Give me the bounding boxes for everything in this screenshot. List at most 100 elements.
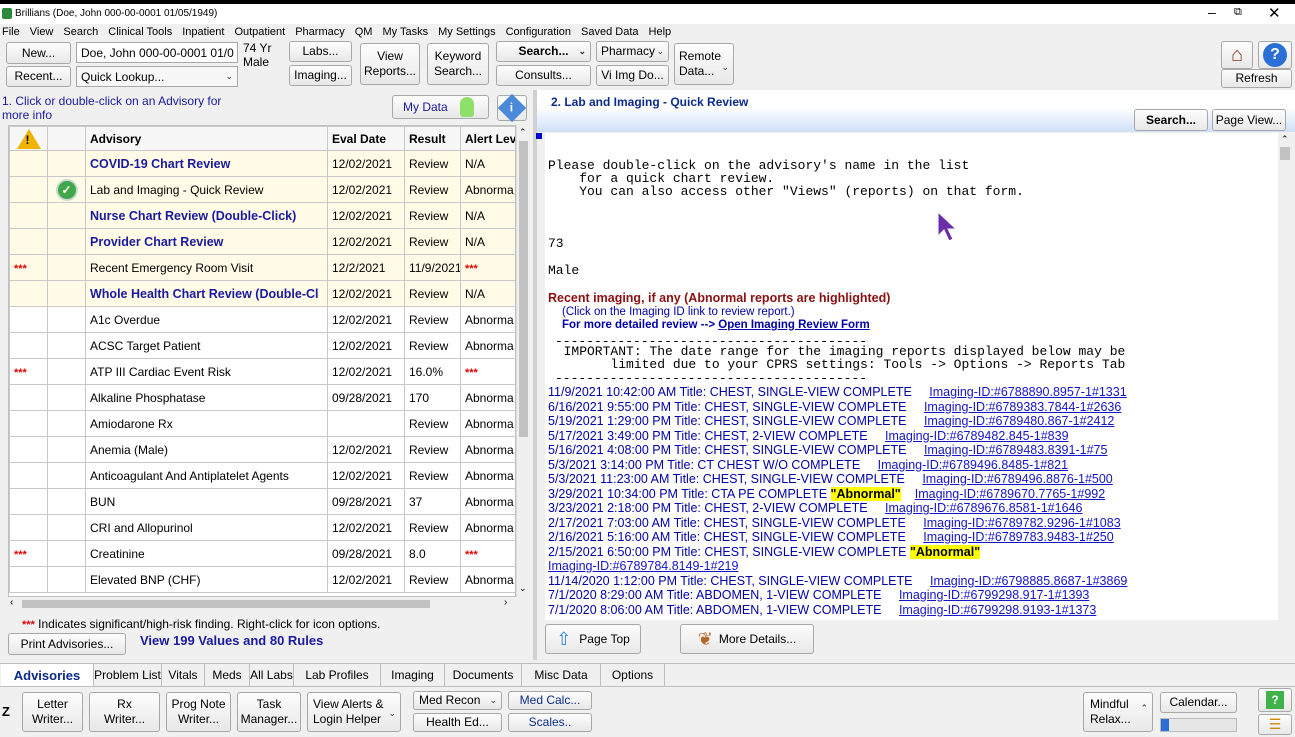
imaging-id-link[interactable]: Imaging-ID:#6799298.9193-1#1373 <box>899 603 1096 617</box>
scroll-left-icon[interactable]: ‹ <box>10 597 13 608</box>
advisory-name[interactable]: Anticoagulant And Antiplatelet Agents <box>85 462 328 489</box>
search-button[interactable]: Search... <box>1134 109 1208 131</box>
imaging-id-link[interactable]: Imaging-ID:#6789483.8391-1#75 <box>924 443 1107 457</box>
status-cell[interactable] <box>47 202 86 229</box>
remote-data-button[interactable]: Remote Data... ⌄ <box>674 43 734 85</box>
pharmacy-dropdown[interactable]: Pharmacy ⌄ <box>596 41 669 62</box>
col-eval-date[interactable]: Eval Date <box>327 126 405 151</box>
imaging-id-link[interactable]: Imaging-ID:#6789383.7844-1#2636 <box>924 400 1121 414</box>
hscroll-thumb[interactable] <box>22 600 430 608</box>
advisory-name[interactable]: Alkaline Phosphatase <box>85 384 328 411</box>
quick-lookup-select[interactable]: Quick Lookup... ⌄ <box>76 66 238 87</box>
imaging-id-link[interactable]: Imaging-ID:#6789783.9483-1#250 <box>923 530 1113 544</box>
scroll-right-icon[interactable]: › <box>504 597 507 608</box>
imaging-id-link[interactable]: Imaging-ID:#6789782.9296-1#1083 <box>923 516 1120 530</box>
vi-img-button[interactable]: Vi Img Do... <box>596 65 669 86</box>
status-cell[interactable] <box>47 566 86 593</box>
new-button[interactable]: New... <box>6 42 71 64</box>
tab-options[interactable]: Options <box>601 664 665 686</box>
status-cell[interactable] <box>47 514 86 541</box>
status-cell[interactable] <box>47 358 86 385</box>
status-cell[interactable] <box>47 436 86 463</box>
table-row[interactable]: Anticoagulant And Antiplatelet Agents 12/… <box>9 462 515 489</box>
mindful-relax-button[interactable]: Mindful Relax... ⌃ <box>1083 692 1153 732</box>
status-cell[interactable] <box>47 462 86 489</box>
advisory-name[interactable]: Anemia (Male) <box>85 436 328 463</box>
menu-item[interactable]: Inpatient <box>182 26 224 38</box>
menu-item[interactable]: Outpatient <box>234 26 285 38</box>
more-details-button[interactable]: ❦ More Details... <box>680 624 814 654</box>
advisory-name[interactable]: Amiodarone Rx <box>85 410 328 437</box>
menu-item[interactable]: View <box>30 26 54 38</box>
green-help-button[interactable]: ? <box>1258 688 1292 712</box>
tab-all-labs[interactable]: All Labs <box>250 664 294 686</box>
menu-item[interactable]: Help <box>649 26 672 38</box>
calendar-button[interactable]: Calendar... <box>1160 692 1237 713</box>
close-icon[interactable]: ✕ <box>1268 4 1281 22</box>
pane-splitter[interactable] <box>533 90 537 660</box>
table-row[interactable]: Amiodarone Rx Review Abnorma <box>9 410 515 437</box>
advisory-name[interactable]: CRI and Allopurinol <box>85 514 328 541</box>
advisory-name[interactable]: Creatinine <box>85 540 328 567</box>
status-cell[interactable] <box>47 488 86 515</box>
tab-imaging[interactable]: Imaging <box>381 664 445 686</box>
advisory-name[interactable]: Nurse Chart Review (Double-Click) <box>85 202 328 229</box>
imaging-id-link[interactable]: Imaging-ID:#6789482.845-1#839 <box>885 429 1068 443</box>
patient-field[interactable]: Doe, John 000-00-0001 01/0 <box>76 42 238 63</box>
col-result[interactable]: Result <box>404 126 461 151</box>
status-cell[interactable] <box>47 306 86 333</box>
health-ed-button[interactable]: Health Ed... <box>413 713 502 732</box>
table-row[interactable]: Whole Health Chart Review (Double-Cl 12/0… <box>9 280 515 307</box>
progress-slider[interactable] <box>1160 718 1237 732</box>
minimize-icon[interactable]: – <box>1208 4 1216 20</box>
tab-meds[interactable]: Meds <box>205 664 250 686</box>
status-cell[interactable] <box>47 150 86 177</box>
prog-note-writer-button[interactable]: Prog Note Writer... <box>166 692 231 732</box>
status-cell[interactable] <box>47 254 86 281</box>
imaging-id-link[interactable]: Imaging-ID:#6789670.7765-1#992 <box>915 487 1105 501</box>
med-calc-button[interactable]: Med Calc... <box>508 691 592 710</box>
tab-documents[interactable]: Documents <box>445 664 522 686</box>
recent-button[interactable]: Recent... <box>6 66 71 87</box>
open-imaging-review-link[interactable]: Open Imaging Review Form <box>718 319 869 331</box>
status-cell[interactable]: ✓ <box>47 176 86 203</box>
view-alerts-button[interactable]: View Alerts & Login Helper ⌄ <box>307 692 401 732</box>
menu-item[interactable]: Configuration <box>506 26 571 38</box>
menu-item[interactable]: Search <box>63 26 98 38</box>
imaging-id-link[interactable]: Imaging-ID:#6789496.8485-1#821 <box>878 458 1068 472</box>
tab-problem-list[interactable]: Problem List <box>94 664 162 686</box>
table-row[interactable]: ✓ Lab and Imaging - Quick Review 12/02/202… <box>9 176 515 203</box>
imaging-button[interactable]: Imaging... <box>289 65 352 86</box>
letter-writer-button[interactable]: Letter Writer... <box>22 692 83 732</box>
my-data-button[interactable]: My Data <box>392 95 489 119</box>
table-row[interactable]: Elevated BNP (CHF) 12/02/2021 Review Abnorm… <box>9 566 515 593</box>
menu-item[interactable]: My Settings <box>438 26 495 38</box>
menu-item[interactable]: File <box>2 26 20 38</box>
scroll-up-icon[interactable]: ⌃ <box>519 127 527 138</box>
imaging-id-link[interactable]: Imaging-ID:#6788890.8957-1#1331 <box>929 385 1126 399</box>
keyword-search-button[interactable]: Keyword Search... <box>427 43 489 85</box>
scroll-up-icon[interactable]: ⌃ <box>1281 134 1289 145</box>
tab-advisories[interactable]: Advisories <box>1 664 94 686</box>
table-row[interactable]: Provider Chart Review 12/02/2021 Review N/A <box>9 228 515 255</box>
table-row[interactable]: *** ATP III Cardiac Event Risk 12/02/2021 1… <box>9 358 515 385</box>
table-row[interactable]: A1c Overdue 12/02/2021 Review Abnorma <box>9 306 515 333</box>
advisory-name[interactable]: Elevated BNP (CHF) <box>85 566 328 593</box>
status-cell[interactable] <box>47 384 86 411</box>
page-top-button[interactable]: ⇧ Page Top <box>545 624 641 654</box>
imaging-id-link[interactable]: Imaging-ID:#6799298.917-1#1393 <box>899 588 1089 602</box>
slider-thumb[interactable] <box>1161 719 1169 731</box>
advisory-name[interactable]: ACSC Target Patient <box>85 332 328 359</box>
advisory-name[interactable]: Provider Chart Review <box>85 228 328 255</box>
imaging-id-link[interactable]: Imaging-ID:#6789676.8581-1#1646 <box>885 501 1082 515</box>
table-row[interactable]: Anemia (Male) 12/02/2021 Review Abnorma <box>9 436 515 463</box>
home-button[interactable]: ⌂ <box>1221 41 1253 69</box>
left-vertical-scrollbar[interactable]: ⌃ ⌄ <box>516 125 529 597</box>
menu-item[interactable]: Pharmacy <box>295 26 345 38</box>
advisory-name[interactable]: Lab and Imaging - Quick Review <box>85 176 328 203</box>
table-row[interactable]: *** Recent Emergency Room Visit 12/2/2021 1… <box>9 254 515 281</box>
col-advisory[interactable]: Advisory <box>85 126 328 151</box>
menu-item[interactable]: My Tasks <box>382 26 428 38</box>
consults-button[interactable]: Consults... <box>496 65 591 86</box>
table-row[interactable]: Nurse Chart Review (Double-Click) 12/02/2… <box>9 202 515 229</box>
